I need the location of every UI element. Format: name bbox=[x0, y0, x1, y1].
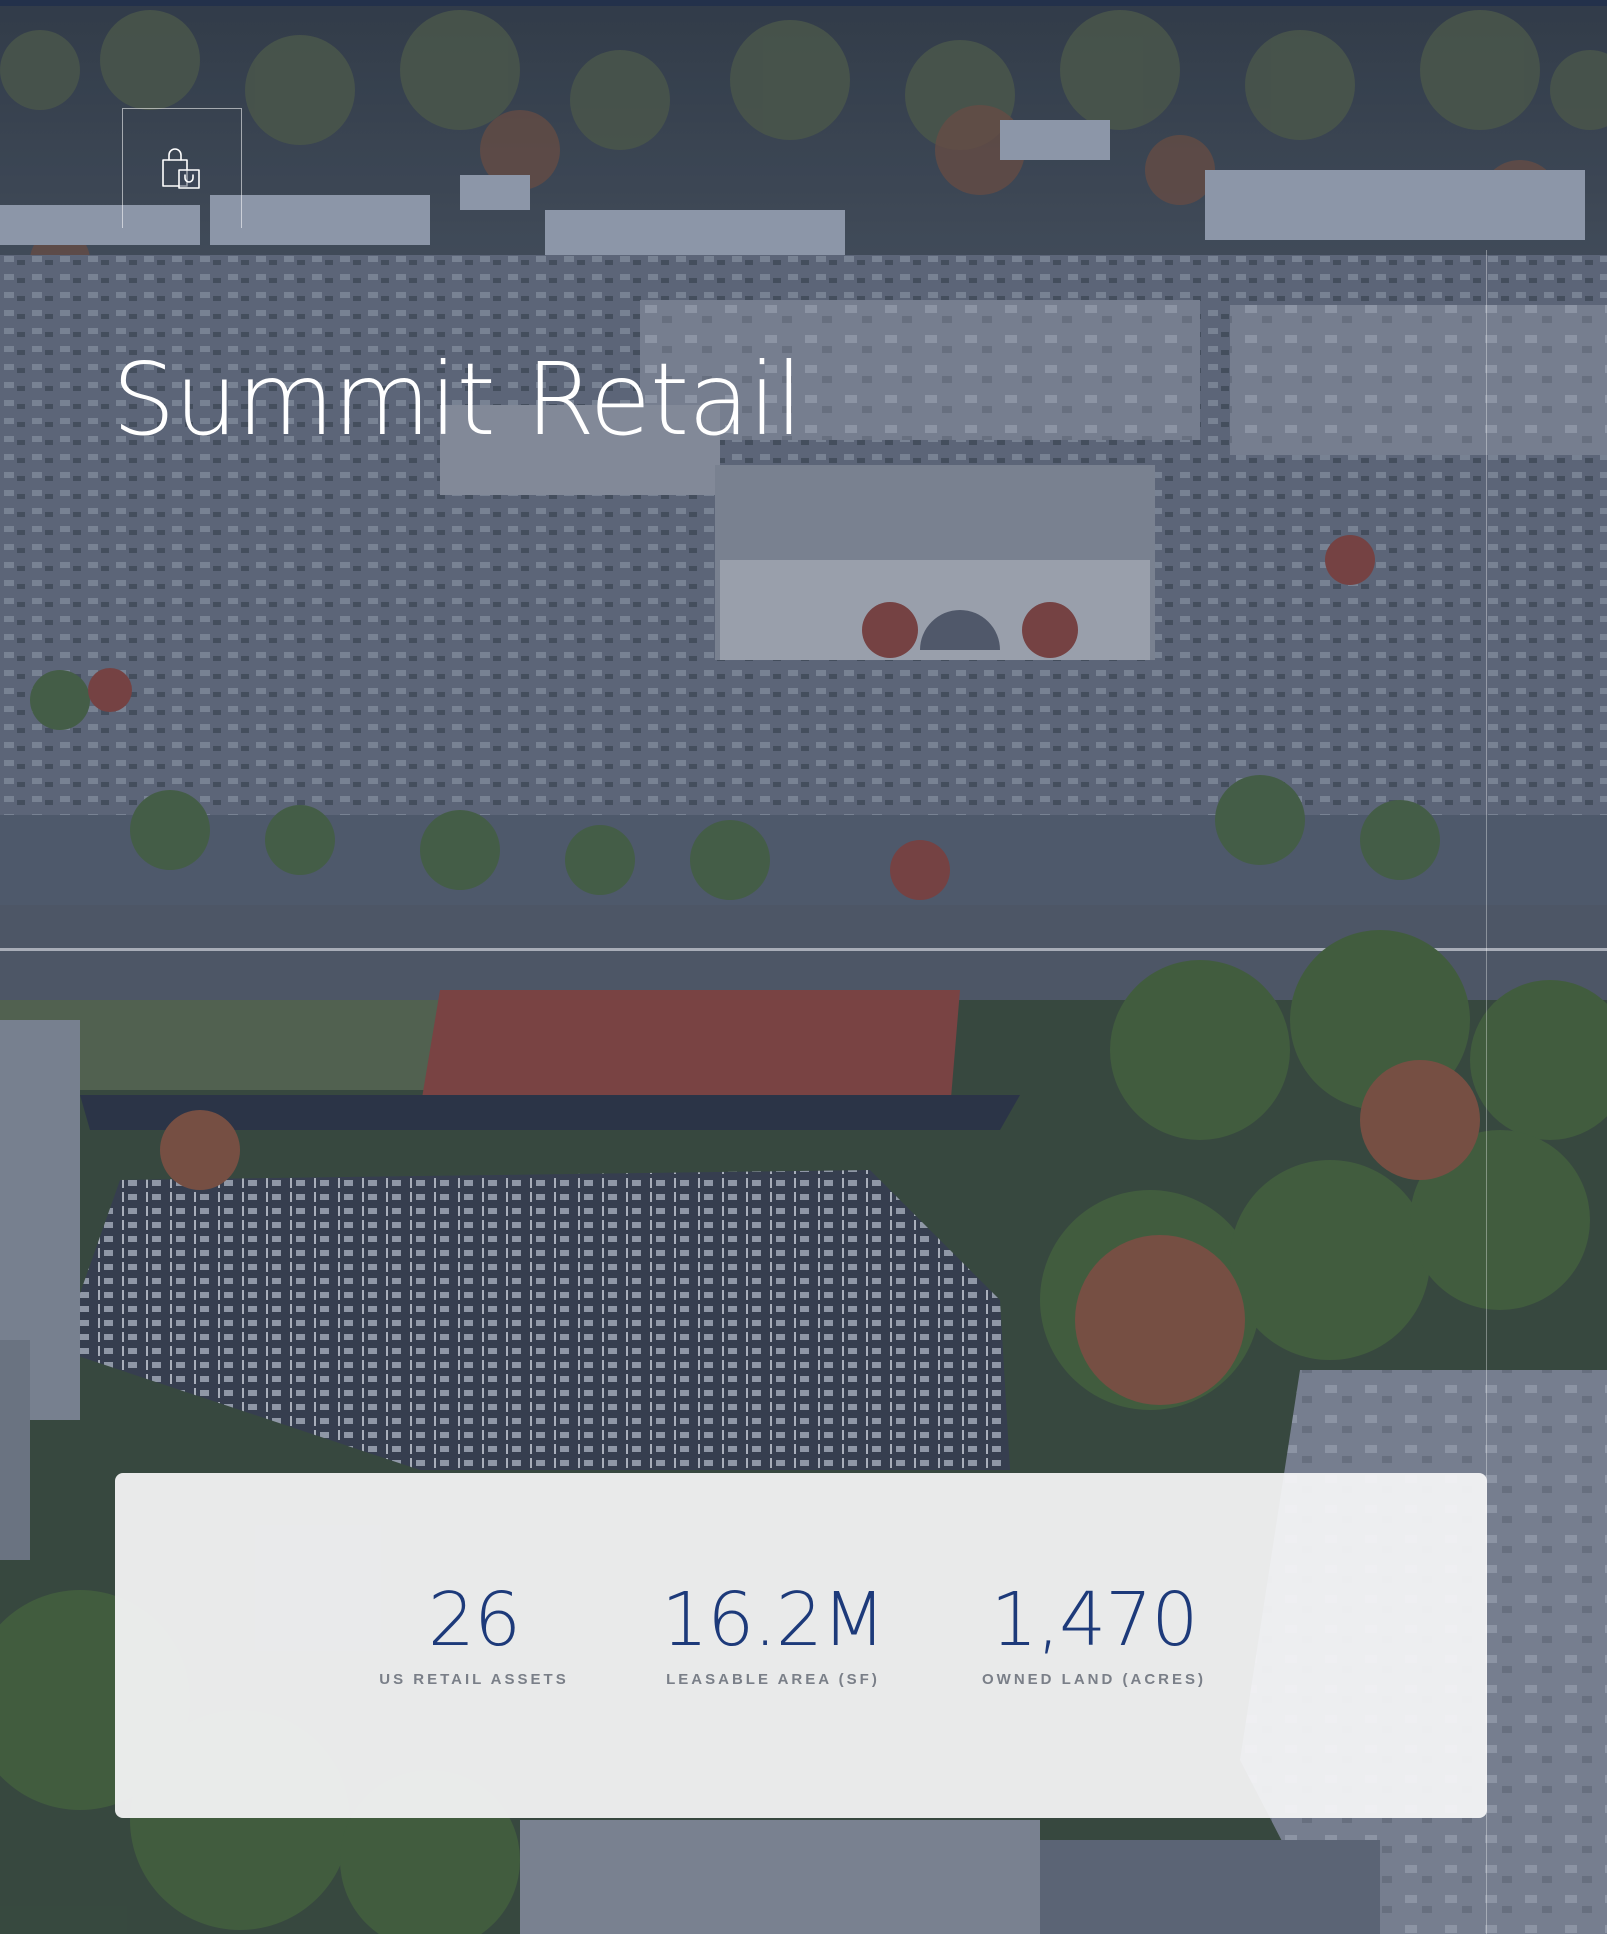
stat-retail-assets: 26 US RETAIL ASSETS bbox=[379, 1583, 568, 1688]
stat-label: OWNED LAND (ACRES) bbox=[982, 1671, 1206, 1688]
category-icon-frame bbox=[122, 108, 242, 228]
stat-value: 1,470 bbox=[990, 1577, 1199, 1663]
hero-section: Summit Retail 26 US RETAIL ASSETS 16.2M … bbox=[0, 0, 1607, 1934]
stat-label: LEASABLE AREA (SF) bbox=[666, 1671, 880, 1688]
stat-value: 16.2M bbox=[661, 1577, 886, 1663]
shopping-bags-icon bbox=[162, 147, 200, 189]
stat-value: 26 bbox=[427, 1577, 521, 1663]
stat-leasable-area: 16.2M LEASABLE AREA (SF) bbox=[661, 1577, 886, 1688]
page-title: Summit Retail bbox=[112, 341, 803, 458]
stat-owned-land: 1,470 OWNED LAND (ACRES) bbox=[982, 1583, 1206, 1688]
stat-label: US RETAIL ASSETS bbox=[379, 1671, 569, 1688]
stats-card: 26 US RETAIL ASSETS 16.2M LEASABLE AREA … bbox=[115, 1473, 1487, 1818]
